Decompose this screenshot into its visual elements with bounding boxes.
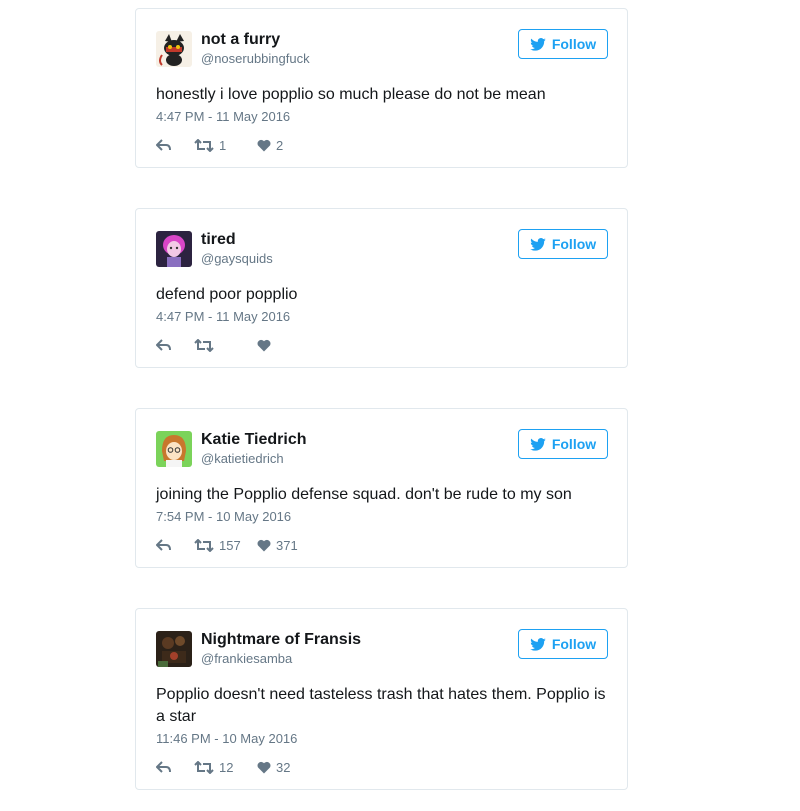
follow-button[interactable]: Follow — [518, 429, 608, 459]
heart-icon — [257, 339, 271, 351]
like-button[interactable]: 2 — [257, 138, 283, 153]
reply-button[interactable] — [156, 138, 194, 152]
like-count: 371 — [276, 537, 298, 553]
tweet-text: joining the Popplio defense squad. don't… — [156, 486, 572, 503]
tweet-text: honestly i love popplio so much please d… — [156, 86, 546, 103]
follow-label: Follow — [551, 36, 597, 52]
user-info: not a furry @noserubbingfuck — [201, 31, 310, 67]
user-handle[interactable]: @noserubbingfuck — [201, 51, 310, 67]
reply-button[interactable] — [156, 760, 194, 774]
tweet-card: tired @gaysquids Follow defend poor popp… — [135, 208, 628, 368]
reply-icon — [156, 138, 171, 151]
retweet-button[interactable]: 12 — [194, 760, 242, 775]
twitter-bird-icon — [530, 237, 546, 251]
retweet-icon — [194, 760, 214, 774]
pink-hair-character-avatar-icon[interactable] — [156, 231, 192, 267]
tweet-actions — [156, 337, 276, 353]
user-handle[interactable]: @frankiesamba — [201, 651, 361, 667]
twitter-bird-icon — [530, 37, 546, 51]
tweet-text: defend poor popplio — [156, 286, 298, 303]
follow-label: Follow — [551, 236, 597, 252]
display-name[interactable]: Nightmare of Fransis — [201, 631, 361, 649]
like-count: 2 — [276, 137, 284, 153]
tweet-timestamp[interactable]: 7:54 PM - 10 May 2016 — [156, 509, 291, 524]
heart-icon — [257, 539, 271, 551]
tweet-card: not a furry @noserubbingfuck Follow hone… — [135, 8, 628, 168]
display-name[interactable]: Katie Tiedrich — [201, 431, 307, 449]
twitter-bird-icon — [530, 637, 546, 651]
dark-photo-avatar-icon[interactable] — [156, 631, 192, 667]
tweet-card: Katie Tiedrich @katietiedrich Follow joi… — [135, 408, 628, 568]
tweet-timestamp[interactable]: 4:47 PM - 11 May 2016 — [156, 109, 290, 124]
tweet-actions: 1 2 — [156, 137, 283, 153]
tweet-actions: 157 371 — [156, 537, 298, 553]
reply-icon — [156, 338, 171, 351]
like-button[interactable] — [257, 339, 276, 352]
user-info: Katie Tiedrich @katietiedrich — [201, 431, 307, 467]
retweet-count: 1 — [219, 137, 227, 153]
heart-icon — [257, 761, 271, 773]
like-count: 32 — [276, 759, 291, 775]
tweet-feed: not a furry @noserubbingfuck Follow hone… — [0, 0, 800, 811]
display-name[interactable]: tired — [201, 231, 273, 249]
heart-icon — [257, 139, 271, 151]
like-button[interactable]: 32 — [257, 760, 290, 775]
tweet-timestamp[interactable]: 11:46 PM - 10 May 2016 — [156, 731, 297, 746]
tweet-actions: 12 32 — [156, 759, 290, 775]
like-button[interactable]: 371 — [257, 538, 298, 553]
retweet-icon — [194, 138, 214, 152]
user-handle[interactable]: @gaysquids — [201, 251, 273, 267]
retweet-button[interactable]: 1 — [194, 138, 242, 153]
retweet-count: 12 — [219, 759, 234, 775]
twitter-bird-icon — [530, 437, 546, 451]
user-info: tired @gaysquids — [201, 231, 273, 267]
black-cat-avatar-icon[interactable] — [156, 31, 192, 67]
reply-icon — [156, 760, 171, 773]
tweet-card: Nightmare of Fransis @frankiesamba Follo… — [135, 608, 628, 790]
tweet-timestamp[interactable]: 4:47 PM - 11 May 2016 — [156, 309, 290, 324]
retweet-icon — [194, 538, 214, 552]
user-info: Nightmare of Fransis @frankiesamba — [201, 631, 361, 667]
retweet-button[interactable] — [194, 338, 242, 352]
reply-button[interactable] — [156, 338, 194, 352]
follow-label: Follow — [551, 636, 597, 652]
cartoon-person-avatar-icon[interactable] — [156, 431, 192, 467]
user-handle[interactable]: @katietiedrich — [201, 451, 307, 467]
retweet-count: 157 — [219, 537, 241, 553]
retweet-icon — [194, 338, 214, 352]
tweet-text: Popplio doesn't need tasteless trash tha… — [156, 686, 606, 725]
follow-button[interactable]: Follow — [518, 229, 608, 259]
reply-icon — [156, 538, 171, 551]
follow-button[interactable]: Follow — [518, 629, 608, 659]
follow-label: Follow — [551, 436, 597, 452]
display-name[interactable]: not a furry — [201, 31, 310, 49]
retweet-button[interactable]: 157 — [194, 538, 242, 553]
reply-button[interactable] — [156, 538, 194, 552]
follow-button[interactable]: Follow — [518, 29, 608, 59]
